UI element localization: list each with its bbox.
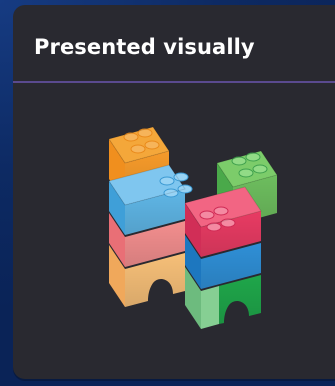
card-header: Presented visually	[13, 5, 335, 81]
feature-card: Presented visually	[13, 5, 335, 379]
card-title: Presented visually	[34, 35, 255, 59]
card-divider	[13, 81, 335, 83]
page: Presented visually	[0, 0, 335, 386]
lego-bricks-icon	[108, 126, 278, 329]
